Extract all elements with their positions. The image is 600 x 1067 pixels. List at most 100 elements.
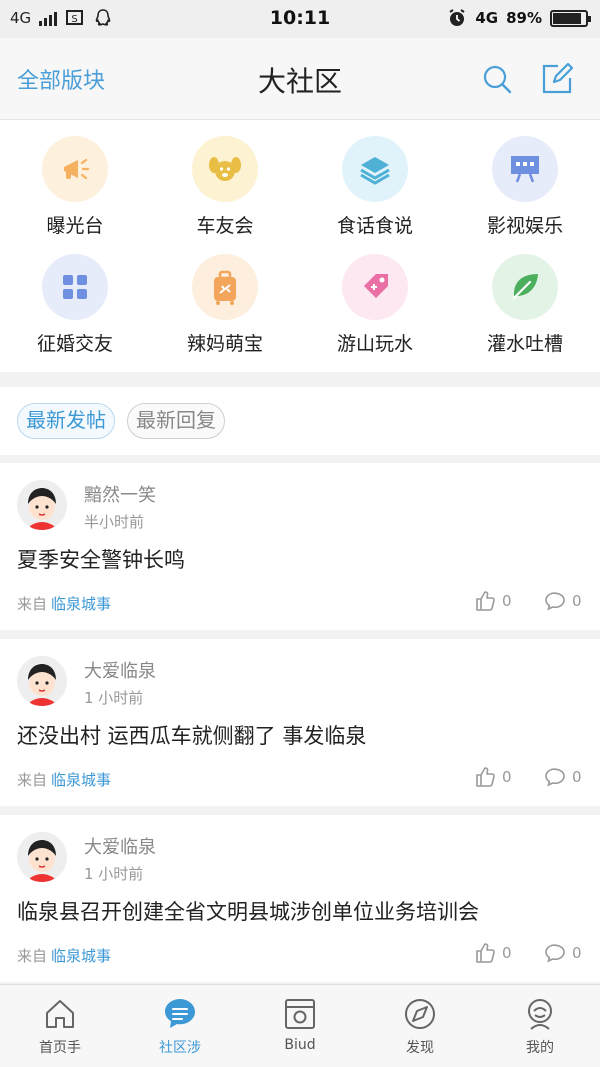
category-item[interactable]: 游山玩水 [300,238,450,356]
category-circle [192,136,258,202]
like-button[interactable]: 0 [474,942,512,964]
from-label: 来自 [17,947,48,965]
category-grid: 曝光台 车友会 食话食说 影视娱乐 征婚交友 辣妈萌宝 游山玩水 灌水吐槽 [0,120,600,372]
comment-button[interactable]: 0 [544,942,582,964]
post-source: 来自 临泉城事 [17,593,111,614]
like-count: 0 [502,592,512,610]
category-label: 食话食说 [336,215,413,237]
status-bar: 4G S 10:11 4G 89% [0,0,600,38]
post-time: 1 小时前 [84,865,144,883]
avatar-icon [17,832,67,882]
thumbs-up-icon [476,943,495,963]
category-item[interactable]: 曝光台 [0,120,150,238]
camera-icon [285,999,315,1029]
tab-latest-posts[interactable]: 最新发帖 [17,403,115,439]
edit-icon[interactable] [540,62,574,96]
from-label: 来自 [17,771,48,789]
category-item[interactable]: 辣妈萌宝 [150,238,300,356]
category-label: 曝光台 [46,215,104,237]
grid-icon [63,275,87,299]
category-item[interactable]: 影视娱乐 [450,120,600,238]
post-source: 来自 临泉城事 [17,945,111,966]
comment-button[interactable]: 0 [544,766,582,788]
layers-icon [360,157,390,185]
avatar[interactable] [17,480,67,530]
category-circle [342,254,408,320]
status-right: 4G 89% [447,8,591,28]
board-link[interactable]: 临泉城事 [51,595,111,613]
screen-icon [511,156,539,183]
avatar-icon [17,656,67,706]
comment-count: 0 [572,592,582,610]
luggage-icon [214,270,236,305]
post-source: 来自 临泉城事 [17,769,111,790]
category-circle [42,136,108,202]
tab-label: 社区涉 [159,1040,201,1056]
avatar[interactable] [17,832,67,882]
avatar[interactable] [17,656,67,706]
post-card[interactable]: 黯然一笑 半小时前 夏季安全警钟长鸣 来自 临泉城事 0 0 [0,463,600,630]
category-label: 辣妈萌宝 [186,333,263,355]
like-button[interactable]: 0 [474,590,512,612]
category-circle [192,254,258,320]
from-label: 来自 [17,595,48,613]
thumbs-up-icon [476,767,495,787]
category-label: 游山玩水 [336,333,413,355]
comment-icon [545,592,565,611]
comment-icon [545,768,565,787]
thumbs-up-icon [476,591,495,611]
post-author[interactable]: 黯然一笑 [84,481,156,507]
leaf-icon [512,274,538,300]
tab-label: 首页手 [39,1040,81,1056]
tab-label: 发现 [406,1040,434,1056]
post-filter-bar: 最新发帖 最新回复 [0,387,600,455]
megaphone-icon [64,158,90,180]
category-item[interactable]: 灌水吐槽 [450,238,600,356]
comment-button[interactable]: 0 [544,590,582,612]
tab-biud[interactable]: Biud [240,985,360,1067]
compass-icon [405,999,435,1029]
post-time: 1 小时前 [84,689,144,707]
category-item[interactable]: 食话食说 [300,120,450,238]
home-icon [46,1000,74,1028]
avatar-icon [17,480,67,530]
network-label-right: 4G [475,9,499,27]
tab-discover[interactable]: 发现 [360,985,480,1067]
post-title[interactable]: 夏季安全警钟长鸣 [17,544,185,574]
tab-home[interactable]: 首页手 [0,985,120,1067]
post-card[interactable]: 大爱临泉 1 小时前 临泉县召开创建全省文明县城涉创单位业务培训会 来自 临泉城事… [0,815,600,982]
post-title[interactable]: 还没出村 运西瓜车就侧翻了 事发临泉 [17,720,366,750]
chat-icon [165,999,195,1028]
battery-percent: 89% [506,9,542,27]
like-button[interactable]: 0 [474,766,512,788]
comment-count: 0 [572,768,582,786]
like-count: 0 [502,944,512,962]
tab-mine[interactable]: 我的 [480,985,600,1067]
tab-community[interactable]: 社区涉 [120,985,240,1067]
comment-count: 0 [572,944,582,962]
tab-label: Biud [284,1037,316,1053]
dog-icon [209,157,241,181]
category-circle [342,136,408,202]
board-link[interactable]: 临泉城事 [51,947,111,965]
alarm-icon [449,9,465,26]
category-label: 影视娱乐 [486,215,563,237]
category-label: 车友会 [196,215,254,237]
category-item[interactable]: 征婚交友 [0,238,150,356]
search-icon[interactable] [480,62,514,96]
category-item[interactable]: 车友会 [150,120,300,238]
board-link[interactable]: 临泉城事 [51,771,111,789]
bottom-nav: 首页手 社区涉 Biud 发现 我的 [0,984,600,1067]
user-icon [528,999,552,1030]
post-title[interactable]: 临泉县召开创建全省文明县城涉创单位业务培训会 [17,896,479,926]
comment-icon [545,944,565,963]
tab-label: 我的 [526,1040,554,1056]
category-circle [42,254,108,320]
post-time: 半小时前 [84,513,145,531]
post-author[interactable]: 大爱临泉 [84,833,156,859]
post-card[interactable]: 大爱临泉 1 小时前 还没出村 运西瓜车就侧翻了 事发临泉 来自 临泉城事 0 0 [0,639,600,806]
category-circle [492,254,558,320]
category-label: 征婚交友 [36,333,113,355]
post-author[interactable]: 大爱临泉 [84,657,156,683]
tab-latest-replies[interactable]: 最新回复 [127,403,225,439]
